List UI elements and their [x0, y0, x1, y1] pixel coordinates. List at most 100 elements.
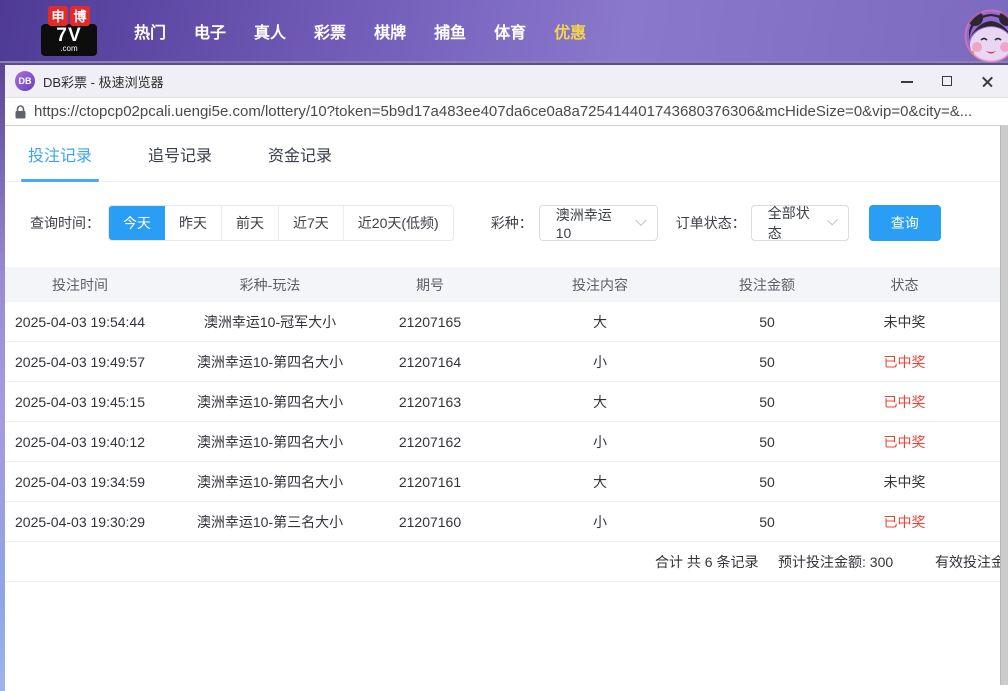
address-bar[interactable]: https://ctopcp02pcali.uengi5e.com/lotter… [5, 97, 1008, 126]
status-badge: 已中奖 [809, 392, 1000, 412]
time-filter-label: 查询时间： [30, 213, 100, 233]
tab-chase-records[interactable]: 追号记录 [148, 142, 212, 166]
time-option-yesterday[interactable]: 昨天 [165, 206, 221, 240]
cell-bet-time: 2025-04-03 19:54:44 [5, 314, 155, 330]
cell-bet-time: 2025-04-03 19:34:59 [5, 474, 155, 490]
cell-issue: 21207164 [385, 354, 475, 370]
cell-game-play: 澳洲幸运10-第四名大小 [155, 392, 385, 412]
screen: 申 博 7V .com 热门 电子 真人 彩票 棋牌 捕鱼 体育 优惠 [0, 0, 1008, 691]
maximize-button[interactable] [940, 74, 954, 88]
chevron-down-icon [827, 215, 838, 226]
cell-issue: 21207162 [385, 434, 475, 450]
minimize-button[interactable] [900, 74, 914, 88]
cell-bet-amount: 50 [725, 314, 809, 330]
summary-expected-amount: 预计投注金额: 300 [778, 542, 893, 582]
summary-valid-amount: 有效投注金 [935, 542, 1000, 582]
browser-window: DB DB彩票 - 极速浏览器 https://ctopcp02pcali.ue… [5, 63, 1008, 691]
cell-issue: 21207165 [385, 314, 475, 330]
maximize-icon [942, 76, 952, 86]
lottery-page: 投注记录 追号记录 资金记录 查询时间： 今天 昨天 前天 近7天 近20天(低… [5, 126, 1000, 691]
nav-item-promo[interactable]: 优惠 [554, 19, 586, 43]
table-row: 2025-04-03 19:34:59 澳洲幸运10-第四名大小 2120716… [5, 462, 1000, 502]
cell-issue: 21207161 [385, 474, 475, 490]
cell-issue: 21207160 [385, 514, 475, 530]
col-issue: 期号 [385, 275, 475, 295]
cell-bet-content: 大 [475, 472, 725, 492]
time-option-today[interactable]: 今天 [109, 206, 165, 240]
logo-square-2: 博 [70, 6, 90, 26]
close-button[interactable] [980, 74, 994, 88]
cell-bet-content: 小 [475, 432, 725, 452]
cell-bet-content: 大 [475, 392, 725, 412]
logo-box: 7V .com [41, 24, 97, 56]
nav-item-fishing[interactable]: 捕鱼 [434, 19, 466, 43]
cell-bet-amount: 50 [725, 514, 809, 530]
cell-bet-content: 大 [475, 312, 725, 332]
lottery-type-select[interactable]: 澳洲幸运10 [539, 205, 658, 241]
nav-item-slots[interactable]: 电子 [194, 19, 226, 43]
lock-icon [15, 105, 26, 119]
window-controls [900, 74, 994, 88]
cell-game-play: 澳洲幸运10-第四名大小 [155, 432, 385, 452]
status-badge: 已中奖 [809, 352, 1000, 372]
time-range-group: 今天 昨天 前天 近7天 近20天(低频) [108, 205, 454, 241]
status-badge: 未中奖 [809, 312, 1000, 332]
col-bet-time: 投注时间 [5, 275, 155, 295]
nav-item-live[interactable]: 真人 [254, 19, 286, 43]
summary-total-records: 合计 共 6 条记录 [655, 542, 758, 582]
col-game-play: 彩种-玩法 [155, 275, 385, 295]
nav-item-hot[interactable]: 热门 [134, 19, 166, 43]
table-summary-row: 合计 共 6 条记录 预计投注金额: 300 有效投注金 [5, 542, 1000, 582]
cell-bet-time: 2025-04-03 19:40:12 [5, 434, 155, 450]
nav-item-lottery[interactable]: 彩票 [314, 19, 346, 43]
col-status: 状态 [809, 275, 1000, 295]
vertical-scrollbar[interactable] [1000, 126, 1008, 685]
table-row: 2025-04-03 19:54:44 澳洲幸运10-冠军大小 21207165… [5, 302, 1000, 342]
nav-item-sports[interactable]: 体育 [494, 19, 526, 43]
bet-records-table: 投注时间 彩种-玩法 期号 投注内容 投注金额 状态 2025-04-03 19… [5, 267, 1000, 582]
status-badge: 已中奖 [809, 512, 1000, 532]
time-option-20days[interactable]: 近20天(低频) [343, 206, 453, 240]
record-tabs: 投注记录 追号记录 资金记录 [5, 126, 1000, 182]
cell-bet-content: 小 [475, 352, 725, 372]
cell-bet-amount: 50 [725, 474, 809, 490]
cell-game-play: 澳洲幸运10-冠军大小 [155, 312, 385, 332]
cell-bet-amount: 50 [725, 394, 809, 410]
status-badge: 已中奖 [809, 432, 1000, 452]
filter-bar: 查询时间： 今天 昨天 前天 近7天 近20天(低频) 彩种： 澳洲幸运10 订… [5, 205, 1000, 241]
logo-square-1: 申 [48, 6, 68, 26]
nav-menu: 热门 电子 真人 彩票 棋牌 捕鱼 体育 优惠 [134, 19, 586, 43]
col-bet-content: 投注内容 [475, 275, 725, 295]
order-status-value: 全部状态 [768, 203, 815, 243]
status-badge: 未中奖 [809, 472, 1000, 492]
cell-issue: 21207163 [385, 394, 475, 410]
tab-fund-records[interactable]: 资金记录 [268, 142, 332, 166]
time-option-7days[interactable]: 近7天 [278, 206, 343, 240]
lottery-type-label: 彩种： [491, 213, 533, 233]
nav-item-cards[interactable]: 棋牌 [374, 19, 406, 43]
order-status-label: 订单状态： [676, 213, 746, 233]
chevron-down-icon [635, 215, 646, 226]
cell-bet-content: 小 [475, 512, 725, 532]
browser-titlebar: DB DB彩票 - 极速浏览器 [5, 63, 1008, 97]
search-button[interactable]: 查询 [869, 205, 941, 241]
platform-navbar: 申 博 7V .com 热门 电子 真人 彩票 棋牌 捕鱼 体育 优惠 [0, 0, 1008, 63]
logo-red-squares: 申 博 [48, 6, 90, 26]
col-bet-amount: 投注金额 [725, 275, 809, 295]
url-text[interactable]: https://ctopcp02pcali.uengi5e.com/lotter… [34, 103, 972, 120]
tab-bet-records[interactable]: 投注记录 [28, 142, 92, 166]
order-status-select[interactable]: 全部状态 [751, 205, 849, 241]
cell-bet-time: 2025-04-03 19:45:15 [5, 394, 155, 410]
site-logo[interactable]: 申 博 7V .com [38, 6, 100, 56]
time-option-2days-ago[interactable]: 前天 [221, 206, 278, 240]
cell-bet-time: 2025-04-03 19:30:29 [5, 514, 155, 530]
db-browser-icon: DB [15, 71, 35, 91]
table-row: 2025-04-03 19:49:57 澳洲幸运10-第四名大小 2120716… [5, 342, 1000, 382]
cell-game-play: 澳洲幸运10-第三名大小 [155, 512, 385, 532]
avatar-icon [964, 9, 1008, 63]
cell-bet-time: 2025-04-03 19:49:57 [5, 354, 155, 370]
window-title: DB彩票 - 极速浏览器 [43, 72, 164, 91]
logo-brand: 7V [56, 26, 81, 45]
avatar[interactable] [964, 9, 1008, 63]
table-row: 2025-04-03 19:30:29 澳洲幸运10-第三名大小 2120716… [5, 502, 1000, 542]
